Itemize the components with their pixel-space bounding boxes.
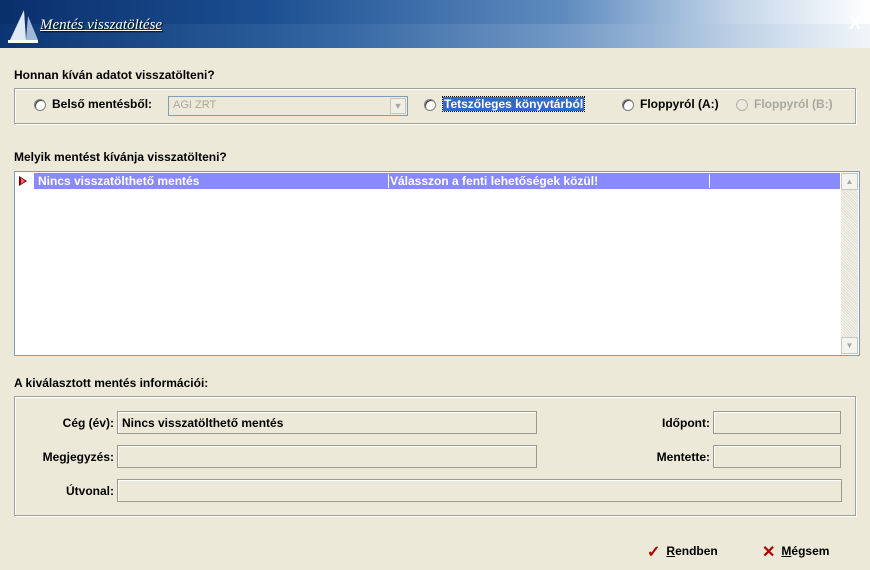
company-value: Nincs visszatölthető mentés [122,416,284,430]
time-field [713,411,841,434]
scroll-up-icon[interactable]: ▲ [841,173,858,190]
close-icon: X [848,13,861,33]
source-heading: Honnan kíván adatot visszatölteni? [14,68,215,82]
ok-label: endben [675,544,718,558]
company-label: Cég (év): [62,416,114,430]
radio-internal[interactable] [34,99,46,111]
window-title: Mentés visszatöltése [40,17,163,33]
row-indicator [16,173,34,189]
backup-list[interactable]: Nincs visszatölthető mentés Válasszon a … [14,171,860,356]
ok-button[interactable]: ✓ Rendben [647,542,718,562]
list-item[interactable]: Nincs visszatölthető mentés Válasszon a … [16,173,840,189]
company-field: Nincs visszatölthető mentés [117,411,537,434]
ok-accel: R [666,544,676,558]
radio-floppy-a-label[interactable]: Floppyról (A:) [640,97,719,111]
cancel-button[interactable]: ✕ Mégsem [762,542,829,562]
backup-note: Válasszon a fenti lehetőségek közül! [390,174,599,188]
radio-directory-label[interactable]: Tetszőleges könyvtárból [441,96,586,112]
internal-backup-value: AGI ZRT [173,99,217,111]
info-heading: A kiválasztott mentés információi: [14,376,209,390]
note-label: Megjegyzés: [42,450,114,464]
path-field [117,479,842,502]
backup-name: Nincs visszatölthető mentés [38,174,200,188]
backups-heading: Melyik mentést kívánja visszatölteni? [14,150,227,164]
note-field [117,445,537,468]
path-label: Útvonal: [66,484,114,498]
cancel-accel: M [781,544,792,558]
chevron-down-icon[interactable]: ▼ [390,98,406,114]
internal-backup-select[interactable]: AGI ZRT ▼ [168,96,408,116]
sail-logo-icon [8,10,38,43]
scroll-down-icon[interactable]: ▼ [841,337,858,354]
column-divider [709,174,710,188]
checkmark-icon: ✓ [647,544,661,561]
close-button[interactable]: X [844,12,866,34]
column-divider [388,174,389,188]
radio-directory[interactable] [424,99,436,111]
radio-floppy-b-label: Floppyról (B:) [754,97,833,111]
title-bar: Mentés visszatöltése X [0,0,870,48]
cancel-label: égsem [791,544,830,558]
radio-internal-label[interactable]: Belső mentésből: [52,97,152,111]
radio-floppy-b [736,99,748,111]
radio-floppy-a[interactable] [622,99,634,111]
saved-by-label: Mentette: [656,450,710,464]
list-scrollbar[interactable]: ▲ ▼ [841,173,858,354]
time-label: Időpont: [662,416,710,430]
row-pointer-icon [19,176,27,186]
cross-icon: ✕ [762,544,776,561]
saved-by-field [713,445,841,468]
